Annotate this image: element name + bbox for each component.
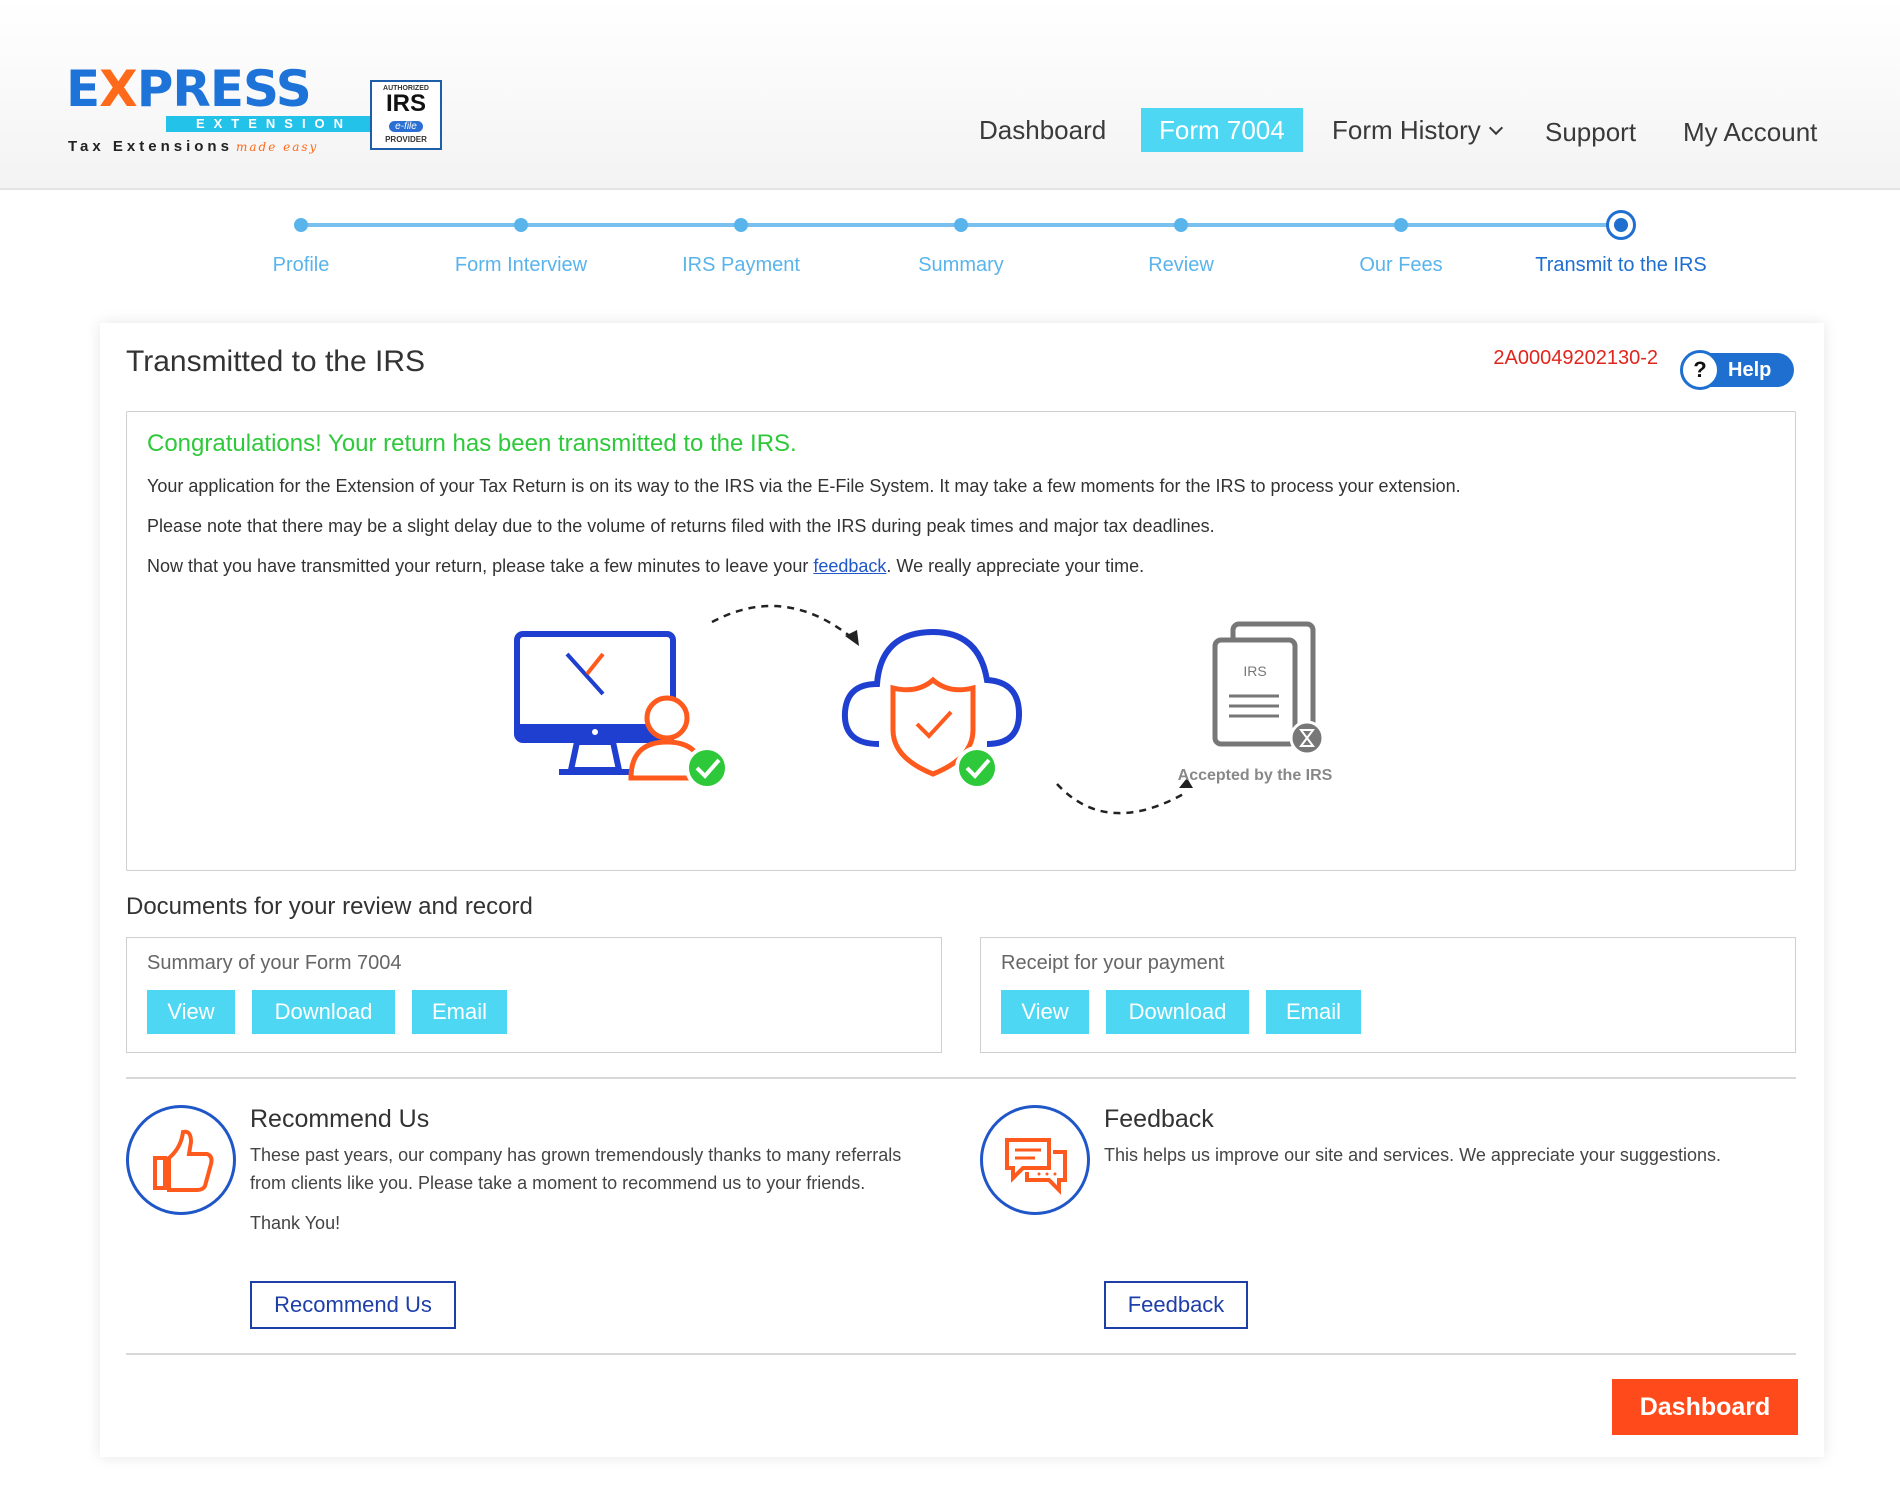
dashed-arrow-1 <box>711 604 858 643</box>
submission-reference-number: 2A00049202130-2 <box>1493 347 1658 369</box>
recommend-us-button[interactable]: Recommend Us <box>250 1281 456 1329</box>
help-button[interactable]: ? Help <box>1680 350 1794 390</box>
recommend-text-2: from clients like you. Please take a mom… <box>250 1173 866 1193</box>
step-form-interview[interactable]: Form Interview <box>455 254 587 277</box>
question-mark-icon: ? <box>1680 350 1720 390</box>
logo-tagline: Tax Extensions <box>68 138 233 155</box>
step-irs-payment[interactable]: IRS Payment <box>682 254 800 277</box>
message-line-1: Your application for the Extension of yo… <box>147 476 1461 496</box>
message-line-3: Now that you have transmitted your retur… <box>147 556 1145 576</box>
feedback-button[interactable]: Feedback <box>1104 1281 1248 1329</box>
transmission-illustration: IRS Accepted by the IRS <box>514 604 1333 815</box>
check-icon <box>685 746 729 790</box>
recommend-text-1: These past years, our company has grown … <box>250 1145 902 1165</box>
section-divider <box>126 1077 1796 1079</box>
receipt-email-button[interactable]: Email <box>1266 990 1361 1034</box>
dashed-arrow-2 <box>1056 783 1188 815</box>
chat-bubbles-icon <box>980 1105 1090 1215</box>
confirmation-message-box: Congratulations! Your return has been tr… <box>126 411 1796 871</box>
success-heading: Congratulations! Your return has been tr… <box>147 430 797 457</box>
nav-support[interactable]: Support <box>1545 110 1636 154</box>
summary-view-button[interactable]: View <box>147 990 235 1034</box>
logo-subtitle: made easy <box>236 140 319 154</box>
irs-document-icon <box>1212 621 1325 756</box>
feedback-heading: Feedback <box>1104 1105 1214 1133</box>
nav-dashboard[interactable]: Dashboard <box>979 108 1106 152</box>
step-dot-our-fees <box>1394 218 1408 232</box>
dashboard-button[interactable]: Dashboard <box>1612 1379 1798 1435</box>
message-line-2: Please note that there may be a slight d… <box>147 516 1215 536</box>
transmission-card: Transmitted to the IRS 2A00049202130-2 ?… <box>100 323 1824 1457</box>
step-dot-transmit-current <box>1606 210 1636 240</box>
irs-efile-provider-badge: AUTHORIZED IRS e-file PROVIDER <box>370 80 442 150</box>
nav-form-history[interactable]: Form History <box>1332 108 1503 152</box>
logo-wordmark: EXPRESS <box>66 60 312 118</box>
accepted-caption: Accepted by the IRS <box>1178 767 1333 784</box>
receipt-download-button[interactable]: Download <box>1106 990 1249 1034</box>
page-title: Transmitted to the IRS <box>126 345 426 378</box>
form-summary-label: Summary of your Form 7004 <box>147 952 402 974</box>
step-profile[interactable]: Profile <box>273 254 330 277</box>
step-dot-form-interview <box>514 218 528 232</box>
feedback-text: This helps us improve our site and servi… <box>1104 1145 1721 1165</box>
nav-my-account[interactable]: My Account <box>1683 110 1817 154</box>
summary-email-button[interactable]: Email <box>412 990 507 1034</box>
feedback-link[interactable]: feedback <box>813 556 886 576</box>
recommend-thanks: Thank You! <box>250 1213 341 1233</box>
logo-extension-bar: EXTENSION <box>166 116 382 132</box>
step-dot-review <box>1174 218 1188 232</box>
step-transmit-to-irs: Transmit to the IRS <box>1535 254 1707 276</box>
step-our-fees[interactable]: Our Fees <box>1359 254 1442 277</box>
cloud-shield-icon <box>841 628 1023 777</box>
thumbs-up-icon <box>126 1105 236 1215</box>
documents-heading: Documents for your review and record <box>126 893 533 920</box>
nav-form-7004[interactable]: Form 7004 <box>1141 108 1303 152</box>
check-icon <box>955 746 999 790</box>
payment-receipt-box: Receipt for your payment View Download E… <box>980 937 1796 1053</box>
payment-receipt-label: Receipt for your payment <box>1001 952 1225 974</box>
summary-download-button[interactable]: Download <box>252 990 395 1034</box>
form-summary-box: Summary of your Form 7004 View Download … <box>126 937 942 1053</box>
top-header: EXPRESS EXTENSION Tax Extensions made ea… <box>0 0 1900 190</box>
step-dot-irs-payment <box>734 218 748 232</box>
footer-divider <box>126 1353 1796 1355</box>
receipt-view-button[interactable]: View <box>1001 990 1089 1034</box>
step-review[interactable]: Review <box>1148 254 1214 277</box>
step-dot-profile <box>294 218 308 232</box>
irs-doc-label: IRS <box>1243 663 1266 679</box>
express-extension-logo[interactable]: EXPRESS EXTENSION Tax Extensions made ea… <box>66 60 382 162</box>
step-summary[interactable]: Summary <box>918 254 1004 277</box>
chevron-down-icon <box>1488 120 1503 136</box>
recommend-heading: Recommend Us <box>250 1105 430 1133</box>
step-dot-summary <box>954 218 968 232</box>
